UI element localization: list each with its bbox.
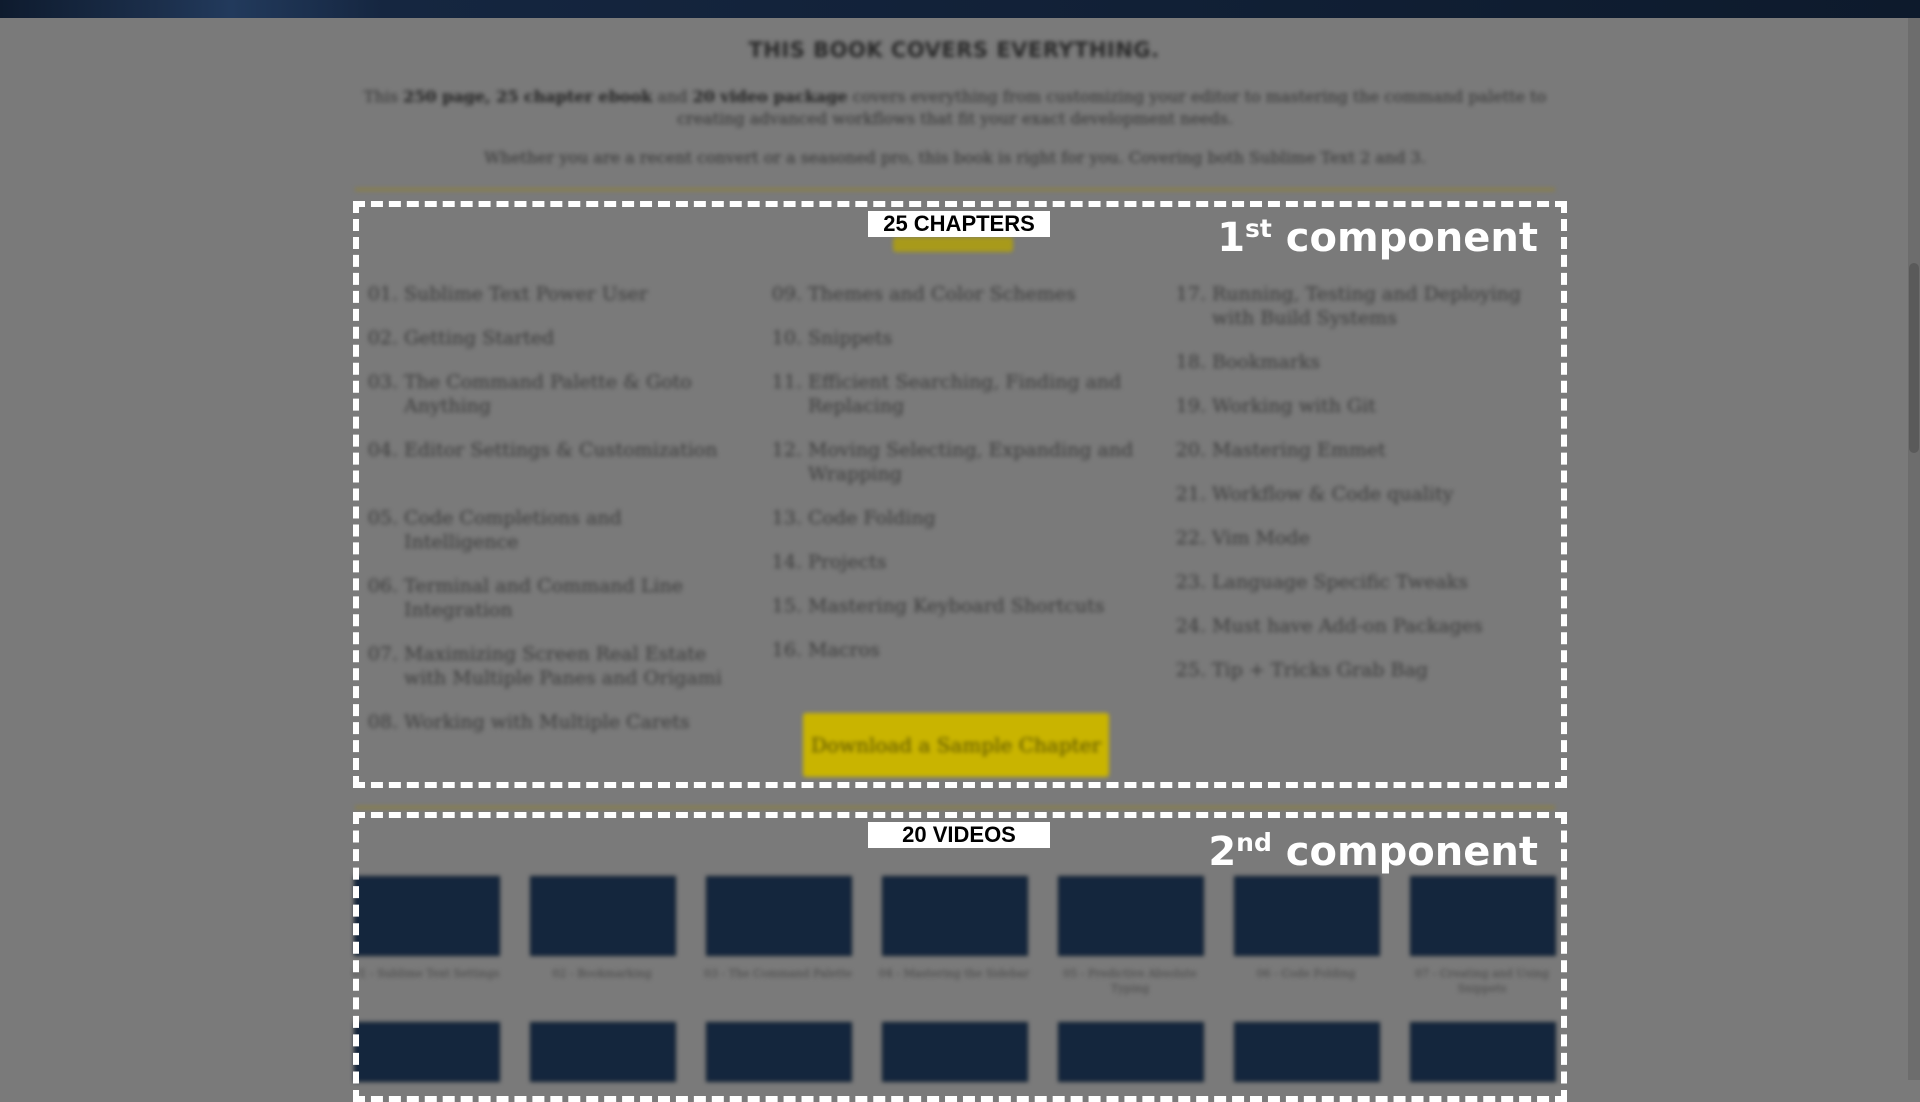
component-2-word: component <box>1271 829 1538 875</box>
videos-label: 20 VIDEOS <box>868 822 1050 848</box>
component-2-caption: 2nd component <box>1208 829 1538 875</box>
intro-bold-videos: 20 video package <box>692 87 848 106</box>
intro-subline: Whether you are a recent convert or a se… <box>484 148 1426 167</box>
section-divider-top <box>355 188 1555 191</box>
section-heading: THIS BOOK COVERS EVERYTHING. <box>748 38 1160 62</box>
page-scrollbar[interactable] <box>1908 18 1920 1080</box>
intro-prefix: This <box>363 87 404 106</box>
component-1-caption: 1st component <box>1217 215 1538 261</box>
component-1-outline <box>353 201 1567 788</box>
chapters-label: 25 CHAPTERS <box>868 211 1050 237</box>
intro-paragraph: This 250 page, 25 chapter ebook and 20 v… <box>350 86 1560 130</box>
section-divider-mid <box>355 806 1555 809</box>
intro-bold-ebook: 250 page, 25 chapter ebook <box>403 87 653 106</box>
component-2-number: 2 <box>1208 829 1237 875</box>
component-1-suffix: st <box>1245 214 1272 243</box>
component-1-number: 1 <box>1217 215 1246 261</box>
scrollbar-thumb[interactable] <box>1909 263 1919 453</box>
component-1-word: component <box>1271 215 1538 261</box>
component-2-suffix: nd <box>1236 828 1272 857</box>
intro-mid: and <box>652 87 693 106</box>
